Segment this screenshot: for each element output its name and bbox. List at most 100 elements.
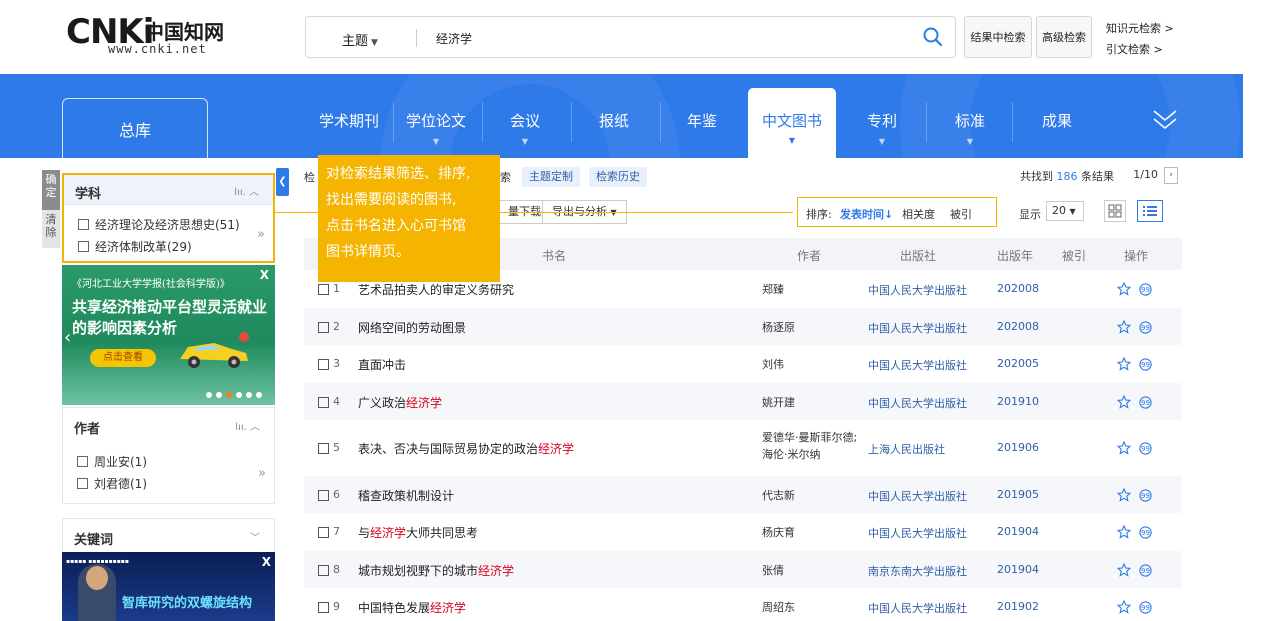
- favorite-star-icon[interactable]: [1117, 441, 1131, 455]
- close-icon[interactable]: X: [262, 555, 271, 569]
- book-title-link[interactable]: 稽查政策机制设计: [358, 487, 454, 504]
- checkbox[interactable]: [78, 218, 89, 230]
- publisher-link[interactable]: 中国人民大学出版社: [868, 525, 967, 541]
- favorite-star-icon[interactable]: [1117, 357, 1131, 371]
- favorite-star-icon[interactable]: [1117, 320, 1131, 334]
- publisher-link[interactable]: 上海人民出版社: [868, 441, 945, 457]
- favorite-star-icon[interactable]: [1117, 600, 1131, 614]
- book-title-link[interactable]: 艺术品拍卖人的审定义务研究: [358, 281, 514, 298]
- sort-by-date[interactable]: 发表时间↓: [840, 206, 893, 222]
- publisher-link[interactable]: 中国人民大学出版社: [868, 357, 967, 373]
- tab-conferences[interactable]: 会议 ▼: [505, 110, 545, 146]
- topic-custom-button[interactable]: 主题定制: [522, 167, 580, 187]
- book-title-link[interactable]: 直面冲击: [358, 356, 406, 373]
- checkbox[interactable]: [77, 477, 88, 489]
- facet-item[interactable]: 经济理论及经济思想史(51): [64, 213, 273, 235]
- tab-achievements[interactable]: 成果: [1037, 110, 1077, 131]
- favorite-star-icon[interactable]: [1117, 525, 1131, 539]
- ad-banner-journal[interactable]: 《河北工业大学学报(社会科学版)》 X 共享经济推动平台型灵活就业的影响因素分析…: [62, 265, 275, 405]
- publisher-link[interactable]: 南京东南大学出版社: [868, 563, 967, 579]
- author-link[interactable]: 爱德华·曼斯菲尔德; 海伦·米尔纳: [762, 429, 860, 463]
- confirm-button[interactable]: 确定 清除: [42, 170, 60, 248]
- author-link[interactable]: 杨庆育: [762, 524, 862, 541]
- citation-search-link[interactable]: 引文检索 >: [1106, 41, 1163, 57]
- row-checkbox[interactable]: [318, 397, 329, 408]
- row-checkbox[interactable]: [318, 602, 329, 613]
- row-checkbox[interactable]: [318, 565, 329, 576]
- ad-view-button[interactable]: 点击查看: [90, 349, 156, 367]
- tab-standards[interactable]: 标准 ▼: [950, 110, 990, 146]
- book-title-link[interactable]: 网络空间的劳动图景: [358, 319, 466, 336]
- facet-header[interactable]: 学科 lıı. ︿: [64, 175, 273, 205]
- quote-icon[interactable]: 99: [1139, 489, 1152, 502]
- author-link[interactable]: 郑臻: [762, 281, 862, 298]
- row-checkbox[interactable]: [318, 527, 329, 538]
- book-title-link[interactable]: 广义政治经济学: [358, 394, 442, 411]
- quote-icon[interactable]: 99: [1139, 526, 1152, 539]
- quote-icon[interactable]: 99: [1139, 442, 1152, 455]
- facet-item[interactable]: 刘君德(1): [63, 472, 274, 494]
- tab-newspapers[interactable]: 报纸: [594, 110, 634, 131]
- row-checkbox[interactable]: [318, 443, 329, 454]
- facet-item[interactable]: 经济体制改革(29): [64, 235, 273, 257]
- favorite-star-icon[interactable]: [1117, 563, 1131, 577]
- book-title-link[interactable]: 表决、否决与国际贸易协定的政治经济学: [358, 440, 574, 457]
- quote-icon[interactable]: 99: [1139, 396, 1152, 409]
- tab-dissertations[interactable]: 学位论文 ▼: [405, 110, 467, 146]
- nav-more-button[interactable]: [1150, 108, 1180, 132]
- sort-by-citations[interactable]: 被引: [950, 206, 972, 222]
- tab-patents[interactable]: 专利 ▼: [862, 110, 902, 146]
- publisher-link[interactable]: 中国人民大学出版社: [868, 320, 967, 336]
- ad-banner-thinktank[interactable]: ▪▪▪▪▪ ▪▪▪▪▪▪▪▪▪▪ X 智库研究的双螺旋结构: [62, 552, 275, 621]
- facet-item[interactable]: 周业安(1): [63, 450, 274, 472]
- row-checkbox[interactable]: [318, 322, 329, 333]
- favorite-star-icon[interactable]: [1117, 395, 1131, 409]
- close-icon[interactable]: X: [260, 268, 269, 282]
- author-link[interactable]: 周绍东: [762, 599, 862, 616]
- checkbox[interactable]: [77, 455, 88, 467]
- checkbox[interactable]: [78, 240, 89, 252]
- tab-journals[interactable]: 学术期刊: [318, 110, 380, 131]
- quote-icon[interactable]: 99: [1139, 358, 1152, 371]
- facet-header[interactable]: 作者 lıı. ︿: [63, 408, 274, 442]
- author-link[interactable]: 张倩: [762, 562, 862, 579]
- knowledge-search-link[interactable]: 知识元检索 >: [1106, 20, 1174, 36]
- more-chevron-icon[interactable]: »: [258, 466, 266, 481]
- collapse-sidebar-button[interactable]: ❮: [276, 168, 289, 196]
- grid-view-button[interactable]: [1104, 200, 1126, 222]
- search-scope-select[interactable]: 主题 ▼: [342, 30, 378, 49]
- chevron-left-icon[interactable]: ‹: [64, 327, 71, 348]
- author-link[interactable]: 姚开建: [762, 394, 862, 411]
- row-checkbox[interactable]: [318, 490, 329, 501]
- carousel-dots[interactable]: [205, 391, 265, 399]
- search-history-button[interactable]: 检索历史: [589, 167, 647, 187]
- search-in-results-button[interactable]: 结果中检索: [964, 16, 1032, 58]
- tab-all-databases[interactable]: 总库: [62, 98, 208, 158]
- page-size-select[interactable]: 20 ▼: [1046, 201, 1084, 221]
- publisher-link[interactable]: 中国人民大学出版社: [868, 395, 967, 411]
- clear-button[interactable]: 清除: [42, 210, 60, 248]
- publisher-link[interactable]: 中国人民大学出版社: [868, 488, 967, 504]
- row-checkbox[interactable]: [318, 284, 329, 295]
- quote-icon[interactable]: 99: [1139, 283, 1152, 296]
- sort-by-relevance[interactable]: 相关度: [902, 206, 935, 222]
- search-button[interactable]: [916, 21, 950, 53]
- next-page-button[interactable]: ›: [1164, 167, 1178, 184]
- advanced-search-button[interactable]: 高级检索: [1036, 16, 1092, 58]
- more-chevron-icon[interactable]: »: [257, 227, 265, 242]
- favorite-star-icon[interactable]: [1117, 282, 1131, 296]
- author-link[interactable]: 代志新: [762, 487, 862, 504]
- book-title-link[interactable]: 城市规划视野下的城市经济学: [358, 562, 514, 579]
- favorite-star-icon[interactable]: [1117, 488, 1131, 502]
- quote-icon[interactable]: 99: [1139, 321, 1152, 334]
- chart-and-chevron-up-icon[interactable]: lıı. ︿: [234, 183, 259, 198]
- chart-and-chevron-up-icon[interactable]: lıı. ︿: [235, 418, 260, 433]
- list-view-button[interactable]: [1137, 200, 1163, 222]
- facet-header[interactable]: 关键词 ﹀: [63, 519, 274, 553]
- row-checkbox[interactable]: [318, 359, 329, 370]
- search-input[interactable]: 经济学: [436, 30, 472, 47]
- chevron-down-icon[interactable]: ﹀: [250, 529, 260, 544]
- publisher-link[interactable]: 中国人民大学出版社: [868, 282, 967, 298]
- quote-icon[interactable]: 99: [1139, 601, 1152, 614]
- book-title-link[interactable]: 中国特色发展经济学: [358, 599, 466, 616]
